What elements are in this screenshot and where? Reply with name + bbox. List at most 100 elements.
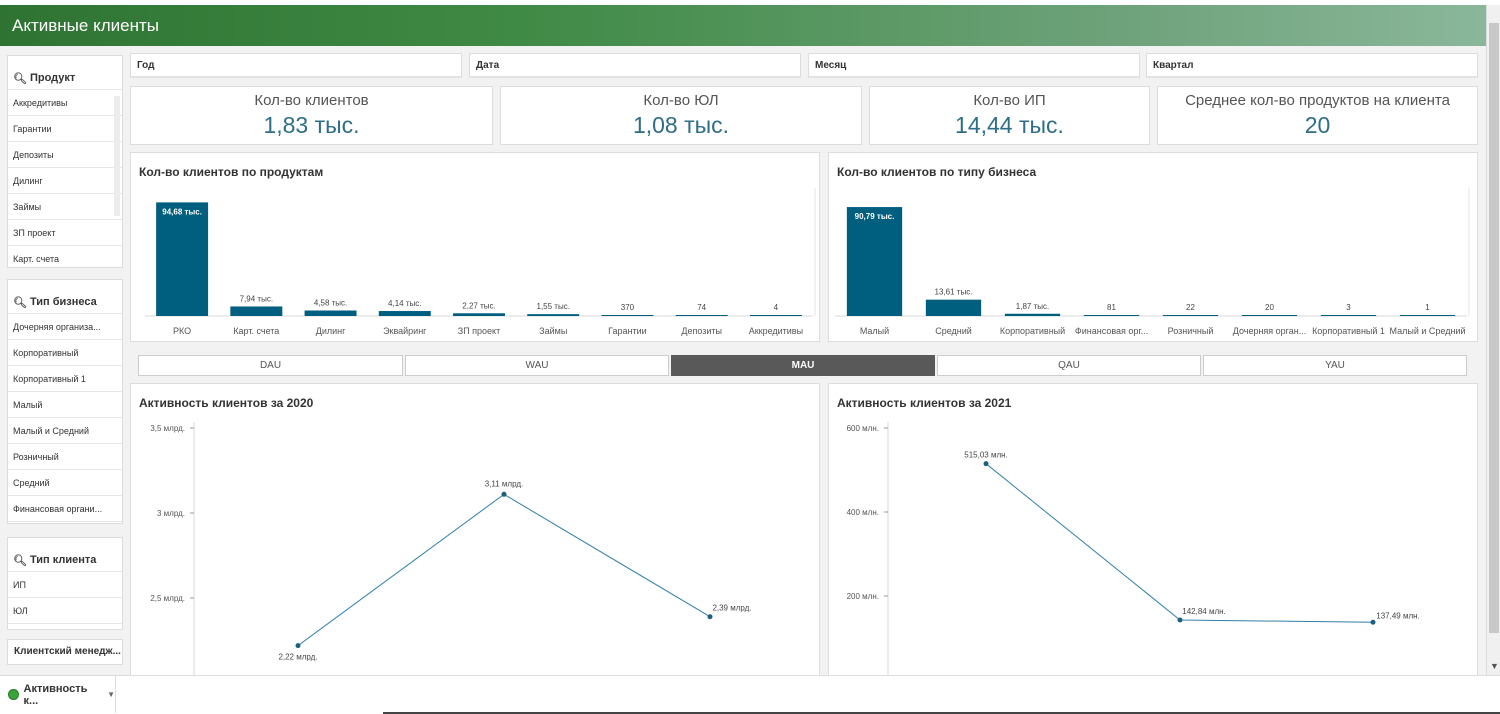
bar [1004, 313, 1061, 316]
data-label: 4 [774, 303, 779, 312]
data-label: 1,55 тыс. [537, 302, 570, 311]
category-label: Займы [539, 326, 567, 336]
chart-activity-2020[interactable]: Активность клиентов за 2020 3,5 млрд. 3 м… [130, 383, 820, 676]
filter-client-type-header[interactable]: 🔍︎ Тип клиента [8, 538, 122, 572]
chart-activity-2021[interactable]: Активность клиентов за 2021 600 млн. 400 … [828, 383, 1478, 676]
data-label: 74 [697, 303, 706, 312]
bar [304, 310, 357, 316]
data-label: 1,87 тыс. [1016, 302, 1049, 311]
data-label: 4,58 тыс. [314, 299, 347, 308]
filter-date[interactable]: Дата [469, 53, 801, 78]
data-label: 20 [1265, 303, 1274, 312]
filter-month[interactable]: Месяц [808, 53, 1140, 78]
vertical-scrollbar[interactable]: ▼ [1486, 5, 1500, 675]
data-label: 3 [1346, 303, 1351, 312]
filter-product-scrollbar[interactable] [114, 96, 120, 216]
bar [925, 299, 982, 316]
data-label: 81 [1107, 303, 1116, 312]
filter-business-type-item[interactable]: Средний [8, 470, 122, 496]
filter-business-type-item[interactable]: Финансовая органи... [8, 496, 122, 522]
filter-product-item[interactable]: Карт. счета [8, 246, 122, 267]
data-point [295, 643, 301, 649]
filter-manager[interactable]: Клиентский менедж... [7, 639, 123, 665]
kpi-value: 14,44 тыс. [955, 112, 1064, 138]
data-label: 2,27 тыс. [462, 301, 495, 310]
filter-business-type-item[interactable]: Малый и Средний [8, 418, 122, 444]
chart-clients-by-business-type[interactable]: Кол-во клиентов по типу бизнеса 90,79 ты… [828, 152, 1478, 342]
data-label: 2,39 млрд. [712, 604, 751, 613]
category-label: Эквайринг [383, 326, 427, 336]
data-label: 94,68 тыс. [162, 207, 202, 216]
category-label: Корпоративный 1 [1312, 326, 1385, 336]
filter-product-item[interactable]: Аккредитивы [8, 90, 122, 116]
category-label: Малый [860, 326, 889, 336]
tab-mau[interactable]: MAU [671, 355, 935, 376]
data-label: 4,14 тыс. [388, 299, 421, 308]
scroll-down-icon[interactable]: ▼ [1490, 661, 1499, 671]
bar [156, 202, 209, 316]
chart-clients-by-product[interactable]: Кол-во клиентов по продуктам 94,68 тыс. Р… [130, 152, 820, 342]
sheet-tab[interactable]: Активность к... ▼ [0, 676, 116, 713]
tab-qau[interactable]: QAU [937, 355, 1201, 376]
category-label: Гарантии [608, 326, 647, 336]
filter-business-type-item[interactable]: Розничный [8, 444, 122, 470]
filter-business-type-item[interactable]: Дочерняя организа... [8, 314, 122, 340]
bar [230, 306, 283, 316]
filter-product-item[interactable]: Депозиты [8, 142, 122, 168]
data-label: 2,22 млрд. [278, 653, 317, 662]
filter-client-type-item[interactable]: ЮЛ [8, 598, 122, 624]
data-point [983, 461, 989, 467]
data-label: 370 [621, 303, 635, 312]
category-label: ЗП проект [458, 326, 500, 336]
category-label: Карт. счета [233, 326, 279, 336]
filter-business-type-title: Тип бизнеса [29, 296, 97, 308]
tab-wau[interactable]: WAU [405, 355, 669, 376]
tab-dau[interactable]: DAU [138, 355, 403, 376]
chevron-down-icon[interactable]: ▼ [107, 690, 115, 699]
filter-product: 🔍︎ Продукт Аккредитивы Гарантии Депозиты Ди… [7, 55, 123, 268]
bar [378, 311, 431, 316]
y-tick-label: 2,5 млрд. [150, 594, 185, 603]
filter-business-type-header[interactable]: 🔍︎ Тип бизнеса [8, 280, 122, 314]
filter-client-type-item[interactable]: ИП [8, 572, 122, 598]
data-label: 13,61 тыс. [935, 288, 973, 297]
category-label: Финансовая орг... [1075, 326, 1148, 336]
filter-business-type-item[interactable]: Малый [8, 392, 122, 418]
filter-product-header[interactable]: 🔍︎ Продукт [8, 56, 122, 90]
filter-product-item[interactable]: Займы [8, 194, 122, 220]
page-title: Активные клиенты [0, 5, 1486, 46]
filter-business-type-item[interactable]: Корпоративный 1 [8, 366, 122, 392]
filter-business-type: 🔍︎ Тип бизнеса Дочерняя организа... Корпо… [7, 279, 123, 524]
y-tick-label: 400 млн. [847, 508, 879, 517]
search-icon: 🔍︎ [13, 554, 27, 567]
filter-product-item[interactable]: Гарантии [8, 116, 122, 142]
data-label: 142,84 млн. [1182, 607, 1226, 616]
bar [1241, 315, 1298, 316]
bar [1162, 315, 1219, 316]
sheet-name: Активность к... [23, 682, 88, 707]
bar [453, 313, 505, 316]
filter-product-item[interactable]: Дилинг [8, 168, 122, 194]
search-icon: 🔍︎ [13, 296, 27, 309]
data-label: 515,03 млн. [964, 451, 1008, 460]
kpi-individual-entrepreneurs: Кол-во ИП 14,44 тыс. [869, 86, 1150, 145]
bar [675, 315, 728, 316]
kpi-clients: Кол-во клиентов 1,83 тыс. [130, 86, 493, 145]
tab-yau[interactable]: YAU [1203, 355, 1467, 376]
filter-product-title: Продукт [29, 72, 76, 84]
data-label: 7,94 тыс. [240, 294, 273, 303]
kpi-label: Кол-во клиентов [254, 92, 369, 109]
filter-product-item[interactable]: ЗП проект [8, 220, 122, 246]
sheet-bar: Активность к... ▼ [0, 675, 1500, 714]
bar [1399, 315, 1456, 316]
filter-quarter[interactable]: Квартал [1146, 53, 1478, 78]
kpi-label: Кол-во ЮЛ [643, 92, 719, 109]
category-label: РКО [173, 326, 191, 336]
kpi-label: Кол-во ИП [973, 92, 1046, 109]
filter-business-type-item[interactable]: Корпоративный [8, 340, 122, 366]
y-tick-label: 200 млн. [847, 592, 879, 601]
scrollbar-thumb[interactable] [1489, 23, 1499, 633]
bar [527, 314, 580, 316]
filter-year[interactable]: Год [130, 53, 462, 78]
bar [1083, 315, 1140, 316]
